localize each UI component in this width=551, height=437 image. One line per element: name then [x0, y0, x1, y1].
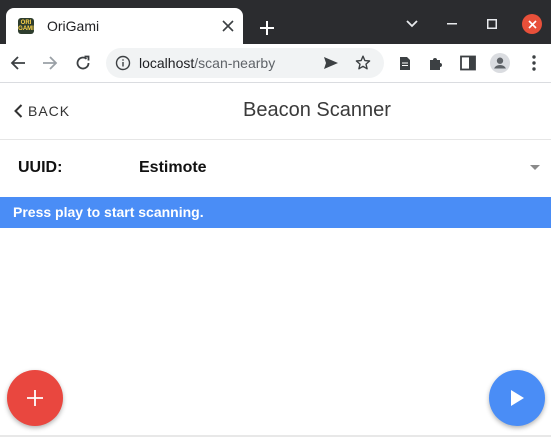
- uuid-selected-value: Estimote: [139, 159, 207, 176]
- origami-favicon: ORI GAMI: [18, 18, 34, 34]
- address-bar[interactable]: localhost/scan-nearby: [106, 48, 384, 78]
- url-text[interactable]: localhost/scan-nearby: [139, 55, 275, 71]
- tab-search-button[interactable]: [400, 12, 424, 36]
- puzzle-icon[interactable]: [426, 53, 446, 73]
- uuid-row: UUID: Estimote: [0, 140, 551, 196]
- plus-icon: [260, 21, 274, 35]
- caret-down-icon: [530, 165, 540, 170]
- browser-tab[interactable]: ORI GAMI OriGami: [6, 8, 243, 44]
- browser-toolbar: localhost/scan-nearby: [0, 44, 551, 83]
- url-path: /scan-nearby: [194, 55, 276, 71]
- maximize-button[interactable]: [480, 12, 504, 36]
- profile-icon[interactable]: [490, 53, 510, 73]
- back-nav-button[interactable]: [8, 53, 28, 73]
- plus-icon: [27, 390, 43, 406]
- arrow-left-icon: [10, 56, 25, 70]
- uuid-label: UUID:: [18, 159, 63, 176]
- chevron-down-icon: [406, 20, 418, 28]
- new-tab-button[interactable]: [256, 17, 278, 39]
- tab-title: OriGami: [47, 18, 100, 34]
- side-panel-icon[interactable]: [458, 53, 478, 73]
- close-icon[interactable]: [219, 17, 237, 35]
- minimize-button[interactable]: [440, 12, 464, 36]
- info-icon[interactable]: [114, 54, 132, 72]
- minimize-icon: [447, 23, 457, 25]
- document-icon[interactable]: [395, 53, 415, 73]
- maximize-icon: [487, 19, 497, 29]
- forward-nav-button[interactable]: [40, 53, 60, 73]
- add-beacon-button[interactable]: [7, 370, 63, 426]
- status-message: Press play to start scanning.: [13, 204, 204, 220]
- play-scan-button[interactable]: [489, 370, 545, 426]
- uuid-select[interactable]: Estimote: [138, 152, 548, 184]
- app-header: BACK Beacon Scanner: [0, 83, 551, 140]
- play-icon: [511, 390, 524, 406]
- more-vert-icon[interactable]: [524, 53, 544, 73]
- star-icon[interactable]: [354, 54, 372, 72]
- page-title: Beacon Scanner: [243, 99, 391, 121]
- status-bar: Press play to start scanning.: [0, 197, 551, 228]
- reload-button[interactable]: [73, 53, 93, 73]
- url-host: localhost: [139, 55, 195, 71]
- arrow-right-icon: [43, 56, 58, 70]
- window-close-button[interactable]: [522, 14, 542, 34]
- send-icon[interactable]: [322, 54, 340, 72]
- reload-icon: [76, 55, 90, 70]
- close-icon: [527, 19, 537, 29]
- browser-tab-strip: ORI GAMI OriGami: [0, 0, 551, 44]
